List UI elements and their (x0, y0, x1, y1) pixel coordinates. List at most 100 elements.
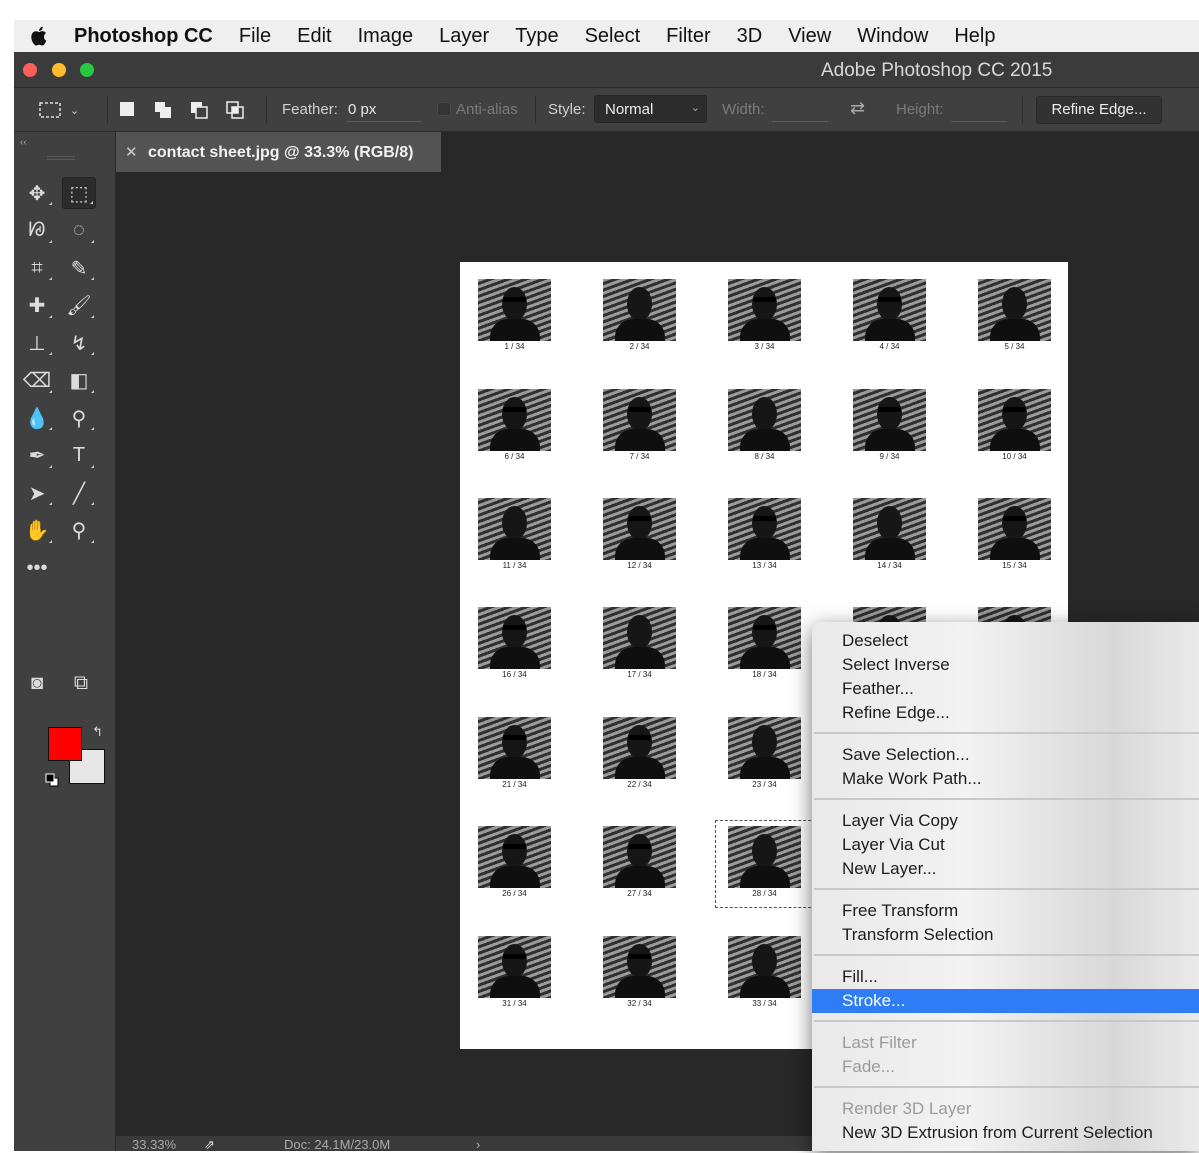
document-tab[interactable]: ✕ contact sheet.jpg @ 33.3% (RGB/8) (116, 132, 441, 172)
thumbnail-photo (478, 717, 551, 779)
tool-flyout-indicator (49, 464, 52, 468)
add-to-selection-button[interactable] (154, 101, 171, 118)
menu-item-select-inverse[interactable]: Select Inverse (812, 653, 1199, 677)
intersect-selection-button[interactable] (226, 101, 244, 119)
minimize-window-button[interactable] (52, 63, 66, 77)
thumbnail-caption: 27 / 34 (627, 889, 652, 898)
window-title: Adobe Photoshop CC 2015 (821, 60, 1053, 81)
hand-tool-icon[interactable]: ✋ (20, 515, 54, 547)
menu-window[interactable]: Window (844, 25, 941, 48)
eraser-tool-icon[interactable]: ⌫ (20, 365, 54, 397)
tool-flyout-indicator (91, 427, 94, 430)
panel-grip[interactable] (47, 156, 75, 160)
tool-flyout-indicator (49, 539, 52, 543)
lasso-tool-icon[interactable]: ᘘ (20, 215, 54, 247)
menu-item-transform-selection[interactable]: Transform Selection (812, 923, 1199, 947)
feather-input[interactable]: 0 px (346, 98, 422, 122)
healing-brush-tool-icon[interactable]: ✚ (20, 290, 54, 322)
menu-separator (814, 954, 1199, 956)
menu-type[interactable]: Type (502, 25, 571, 48)
zoom-window-button[interactable] (80, 63, 94, 77)
close-window-button[interactable] (23, 63, 37, 77)
eyedropper-tool-icon[interactable]: ✎ (62, 252, 96, 284)
zoom-tool-icon[interactable]: ⚲ (62, 515, 96, 547)
menu-item-stroke[interactable]: Stroke... (812, 989, 1199, 1013)
thumbnail-caption: 8 / 34 (754, 452, 775, 461)
menu-filter[interactable]: Filter (653, 25, 723, 48)
blur-tool-icon[interactable]: 💧 (20, 402, 54, 434)
new-selection-button[interactable] (119, 101, 135, 117)
more-tools-icon[interactable]: ••• (20, 552, 54, 584)
menu-item-free-transform[interactable]: Free Transform (812, 899, 1199, 923)
tools-panel: ‹‹ ✥ ⬚ ᘘ ◌ ⌗ ✎ ✚ 🖌 ⊥ ↯ ⌫ ◧ 💧 ⚲ ✒ T ➤ ╱ ✋ ⚲ ••• ◙ ⧉ ↰ (14, 132, 116, 1151)
swap-colors-icon[interactable]: ↰ (92, 724, 103, 740)
menu-item-feather[interactable]: Feather... (812, 677, 1199, 701)
status-menu-arrow-icon[interactable]: › (476, 1137, 480, 1152)
foreground-color-swatch[interactable] (48, 727, 82, 761)
collapse-panel-icon[interactable]: ‹‹ (20, 137, 27, 148)
contact-thumbnail: 8 / 34 (728, 389, 801, 461)
menu-item-refine-edge[interactable]: Refine Edge... (812, 701, 1199, 725)
thumbnail-photo (853, 389, 926, 451)
menu-item-fill[interactable]: Fill... (812, 965, 1199, 989)
quick-mask-icon[interactable]: ◙ (20, 667, 54, 699)
style-dropdown[interactable]: Normal ⌄ (594, 95, 707, 123)
tool-preset-picker[interactable]: ⌄ (38, 99, 90, 121)
menu-item-layer-via-copy[interactable]: Layer Via Copy (812, 809, 1199, 833)
thumbnail-caption: 10 / 34 (1002, 452, 1027, 461)
thumbnail-photo (728, 389, 801, 451)
tool-flyout-indicator (90, 201, 93, 204)
tool-flyout-indicator (91, 464, 94, 468)
move-tool-icon[interactable]: ✥ (20, 177, 54, 209)
quick-selection-tool-icon[interactable]: ◌ (62, 215, 96, 247)
tool-flyout-indicator (49, 277, 52, 280)
clone-stamp-tool-icon[interactable]: ⊥ (20, 327, 54, 359)
menu-item-layer-via-cut[interactable]: Layer Via Cut (812, 833, 1199, 857)
apple-menu[interactable] (14, 26, 62, 46)
menu-file[interactable]: File (226, 25, 284, 48)
rectangular-marquee-tool-icon[interactable]: ⬚ (62, 177, 96, 209)
menu-edit[interactable]: Edit (284, 25, 344, 48)
tool-flyout-indicator (91, 239, 94, 243)
tool-flyout-indicator (49, 352, 52, 355)
menu-item-deselect[interactable]: Deselect (812, 629, 1199, 653)
line-tool-icon[interactable]: ╱ (62, 477, 96, 509)
height-input[interactable] (951, 98, 1007, 122)
menu-item-new-layer[interactable]: New Layer... (812, 857, 1199, 881)
menu-item-make-work-path[interactable]: Make Work Path... (812, 767, 1199, 791)
document-tab-bar: ✕ contact sheet.jpg @ 33.3% (RGB/8) (116, 132, 1199, 172)
thumbnail-caption: 33 / 34 (752, 999, 777, 1008)
dodge-tool-icon[interactable]: ⚲ (62, 402, 96, 434)
anti-alias-checkbox[interactable] (437, 102, 451, 116)
swap-dimensions-icon[interactable]: ⇄ (850, 98, 865, 119)
menu-select[interactable]: Select (572, 25, 654, 48)
thumbnail-photo (603, 607, 676, 669)
app-menu[interactable]: Photoshop CC (62, 25, 226, 48)
screen-mode-icon[interactable]: ⧉ (64, 667, 98, 699)
menu-3d[interactable]: 3D (724, 25, 776, 48)
history-brush-tool-icon[interactable]: ↯ (62, 327, 96, 359)
pen-tool-icon[interactable]: ✒ (20, 440, 54, 472)
default-colors-icon[interactable] (45, 773, 59, 787)
menu-item-new-3d-extrusion-from-current-selection[interactable]: New 3D Extrusion from Current Selection (812, 1121, 1199, 1145)
gradient-tool-icon[interactable]: ◧ (62, 365, 96, 397)
thumbnail-photo (603, 936, 676, 998)
type-tool-icon[interactable]: T (62, 440, 96, 472)
menu-separator (814, 1086, 1199, 1088)
brush-tool-icon[interactable]: 🖌 (62, 290, 96, 322)
selection-marquee[interactable] (715, 820, 816, 908)
menu-item-save-selection[interactable]: Save Selection... (812, 743, 1199, 767)
menu-layer[interactable]: Layer (426, 25, 502, 48)
path-selection-tool-icon[interactable]: ➤ (20, 477, 54, 509)
menu-help[interactable]: Help (941, 25, 1008, 48)
subtract-from-selection-button[interactable] (190, 101, 208, 119)
crop-tool-icon[interactable]: ⌗ (20, 252, 54, 284)
zoom-level[interactable]: 33.33% (132, 1137, 176, 1152)
close-tab-icon[interactable]: ✕ (125, 143, 138, 161)
menu-image[interactable]: Image (345, 25, 427, 48)
refine-edge-button[interactable]: Refine Edge... (1036, 96, 1162, 124)
menu-view[interactable]: View (775, 25, 844, 48)
width-input[interactable] (772, 98, 828, 122)
contact-thumbnail: 9 / 34 (853, 389, 926, 461)
thumbnail-caption: 16 / 34 (502, 670, 527, 679)
